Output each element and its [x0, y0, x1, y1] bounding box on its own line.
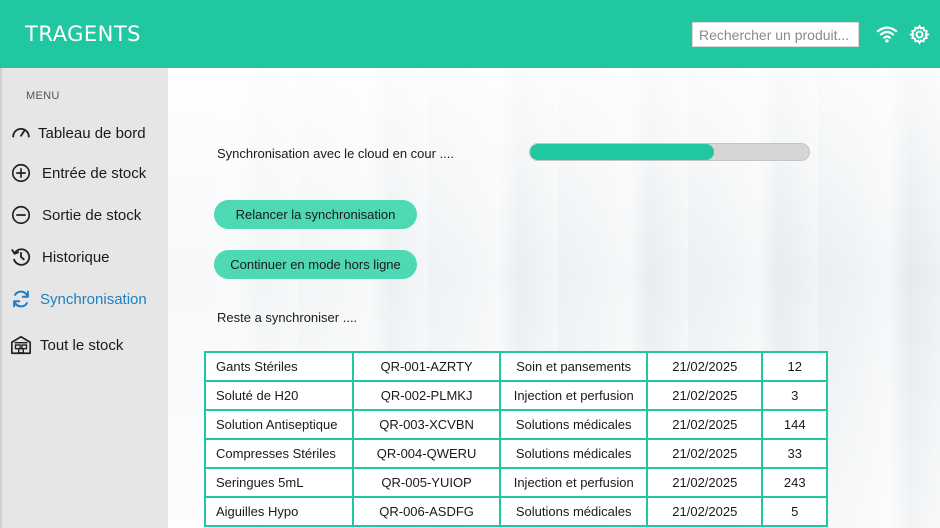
quantity-cell: 12: [761, 351, 828, 382]
sidebar-item-stock-out[interactable]: Sortie de stock: [10, 201, 168, 229]
qr-code-cell: QR-003-XCVBN: [351, 409, 502, 440]
sidebar-item-synchronisation[interactable]: Synchronisation: [10, 285, 168, 313]
continue-offline-button[interactable]: Continuer en mode hors ligne: [214, 250, 417, 279]
sidebar: MENU Tableau de bord Entrée de stock Sor…: [0, 68, 168, 528]
table-row[interactable]: Gants Stériles QR-001-AZRTY Soin et pansem…: [204, 351, 828, 382]
main-content: Synchronisation avec le cloud en cour ..…: [168, 68, 940, 528]
date-cell: 21/02/2025: [646, 409, 764, 440]
category-cell: Solutions médicales: [499, 438, 649, 469]
sidebar-item-label: Entrée de stock: [42, 164, 147, 182]
qr-code-cell: QR-006-ASDFG: [351, 496, 502, 527]
sync-progress-bar: [529, 143, 810, 161]
date-cell: 21/02/2025: [646, 438, 764, 469]
category-cell: Soin et pansements: [499, 351, 649, 382]
sidebar-item-label: Tout le stock: [40, 336, 124, 354]
table-row[interactable]: Solution Antiseptique QR-003-XCVBN Solutio…: [204, 409, 828, 440]
sidebar-item-all-stock[interactable]: Tout le stock: [10, 331, 168, 359]
category-cell: Solutions médicales: [499, 496, 649, 527]
sidebar-item-label: Synchronisation: [40, 290, 147, 308]
pending-items-table: Gants Stériles QR-001-AZRTY Soin et pansem…: [204, 351, 828, 527]
sidebar-item-label: Tableau de bord: [38, 124, 146, 142]
quantity-cell: 5: [761, 496, 828, 527]
quantity-cell: 243: [761, 467, 828, 498]
sync-icon: [13, 290, 29, 308]
plus-circle-icon: [11, 163, 31, 183]
date-cell: 21/02/2025: [646, 467, 764, 498]
minus-circle-icon: [11, 205, 31, 225]
category-cell: Solutions médicales: [499, 409, 649, 440]
qr-code-cell: QR-002-PLMKJ: [351, 380, 502, 411]
sidebar-item-label: Historique: [42, 248, 110, 266]
top-bar: TRAGENTS: [0, 0, 940, 68]
table-row[interactable]: Seringues 5mL QR-005-YUIOP Injection et pe…: [204, 467, 828, 498]
product-name-cell: Gants Stériles: [204, 351, 354, 382]
category-cell: Injection et perfusion: [499, 467, 649, 498]
qr-code-cell: QR-001-AZRTY: [351, 351, 502, 382]
product-name-cell: Aiguilles Hypo: [204, 496, 354, 527]
gear-icon[interactable]: [909, 24, 930, 45]
remaining-sync-label: Reste a synchroniser ....: [217, 310, 358, 325]
dashboard-gauge-icon: [12, 128, 30, 138]
quantity-cell: 3: [761, 380, 828, 411]
date-cell: 21/02/2025: [646, 496, 764, 527]
product-name-cell: Solution Antiseptique: [204, 409, 354, 440]
menu-label: MENU: [26, 90, 60, 102]
wifi-icon[interactable]: [876, 24, 898, 44]
sync-status-text: Synchronisation avec le cloud en cour ..…: [217, 146, 455, 161]
date-cell: 21/02/2025: [646, 351, 764, 382]
qr-code-cell: QR-004-QWERU: [351, 438, 502, 469]
product-name-cell: Soluté de H20: [204, 380, 354, 411]
sidebar-item-label: Sortie de stock: [42, 206, 142, 224]
category-cell: Injection et perfusion: [499, 380, 649, 411]
sidebar-item-stock-in[interactable]: Entrée de stock: [10, 159, 168, 187]
date-cell: 21/02/2025: [646, 380, 764, 411]
sync-progress-fill: [530, 144, 715, 160]
app-title: TRAGENTS: [25, 22, 141, 46]
table-row[interactable]: Aiguilles Hypo QR-006-ASDFG Solutions médi…: [204, 496, 828, 527]
product-name-cell: Compresses Stériles: [204, 438, 354, 469]
product-name-cell: Seringues 5mL: [204, 467, 354, 498]
qr-code-cell: QR-005-YUIOP: [351, 467, 502, 498]
search-input[interactable]: [692, 22, 859, 47]
relaunch-sync-button[interactable]: Relancer la synchronisation: [214, 200, 417, 229]
history-icon: [11, 248, 31, 266]
sidebar-item-dashboard[interactable]: Tableau de bord: [10, 119, 168, 147]
table-row[interactable]: Soluté de H20 QR-002-PLMKJ Injection et pe…: [204, 380, 828, 411]
warehouse-icon: [11, 335, 31, 355]
sidebar-item-history[interactable]: Historique: [10, 243, 168, 271]
table-row[interactable]: Compresses Stériles QR-004-QWERU Solutions…: [204, 438, 828, 469]
quantity-cell: 144: [761, 409, 828, 440]
quantity-cell: 33: [761, 438, 828, 469]
